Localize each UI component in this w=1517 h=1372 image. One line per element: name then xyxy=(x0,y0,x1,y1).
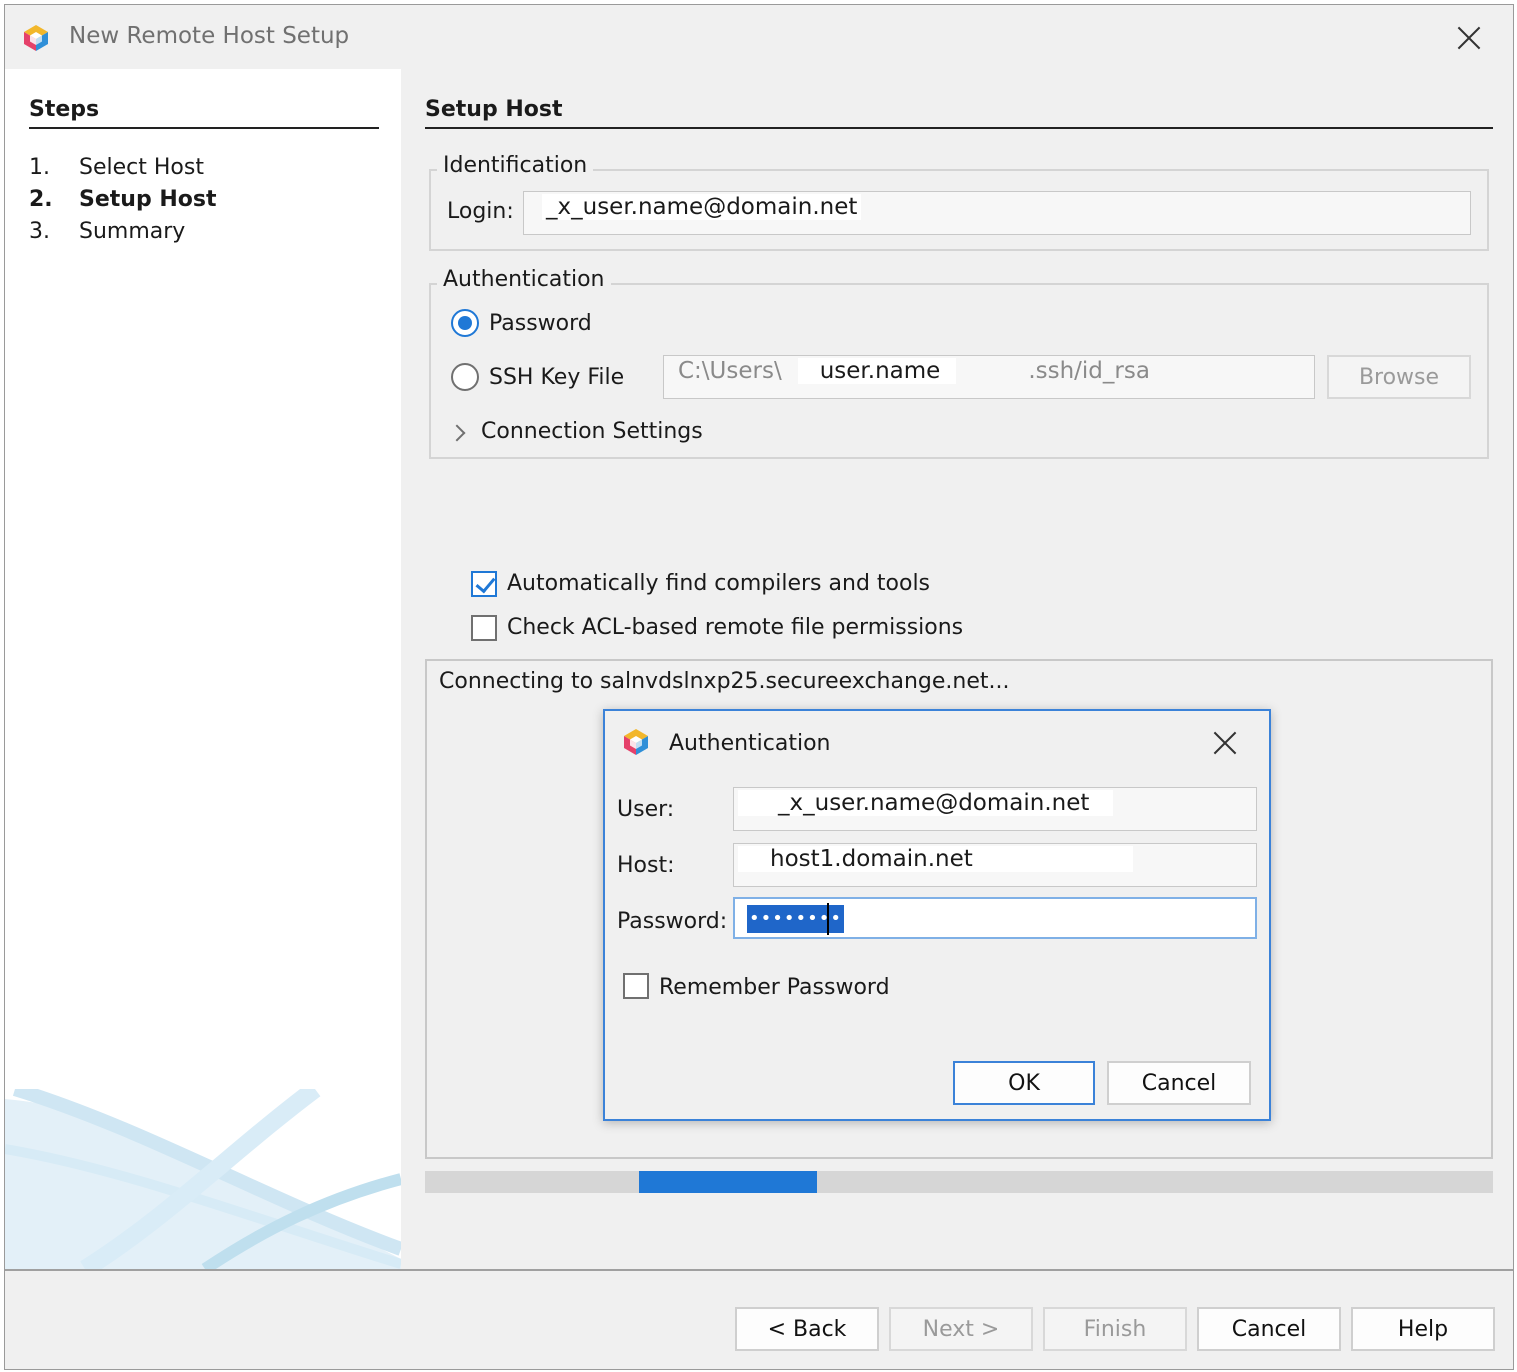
step-setup-host: 2. Setup Host xyxy=(29,187,217,212)
step-label: Summary xyxy=(79,219,186,244)
title-divider xyxy=(425,127,1493,129)
dialog-cancel-button[interactable]: Cancel xyxy=(1107,1061,1251,1105)
step-number: 1. xyxy=(29,155,50,180)
acl-checkbox[interactable] xyxy=(471,615,497,641)
connection-status-text: Connecting to salnvdslnxp25.secureexchan… xyxy=(439,669,1010,694)
user-field[interactable]: _x_user.name@domain.net xyxy=(733,787,1257,831)
password-label: Password: xyxy=(617,909,728,934)
password-selection: •••••••• xyxy=(747,905,844,933)
password-radio[interactable] xyxy=(451,309,479,337)
step-label: Setup Host xyxy=(79,187,217,212)
remember-password-checkbox[interactable] xyxy=(623,973,649,999)
password-radio-label: Password xyxy=(489,311,592,336)
user-value: _x_user.name@domain.net xyxy=(738,790,1114,816)
browse-button[interactable]: Browse xyxy=(1327,355,1471,399)
user-label: User: xyxy=(617,797,675,822)
connection-progress-bar xyxy=(425,1171,1493,1193)
page-title: Setup Host xyxy=(425,97,563,122)
step-number: 3. xyxy=(29,219,50,244)
chevron-right-icon[interactable] xyxy=(448,424,466,442)
step-summary: 3. Summary xyxy=(29,219,185,244)
dialog-close-icon[interactable] xyxy=(1205,723,1245,763)
dialog-title: Authentication xyxy=(669,731,831,756)
step-label: Select Host xyxy=(79,155,204,180)
finish-button[interactable]: Finish xyxy=(1043,1307,1187,1351)
host-field[interactable]: host1.domain.net xyxy=(733,843,1257,887)
ok-button[interactable]: OK xyxy=(953,1061,1095,1105)
help-button[interactable]: Help xyxy=(1351,1307,1495,1351)
cancel-button[interactable]: Cancel xyxy=(1197,1307,1341,1351)
identification-legend: Identification xyxy=(437,153,594,178)
decorative-swoosh xyxy=(5,1089,401,1269)
acl-label: Check ACL-based remote file permissions xyxy=(507,615,964,640)
progress-indicator xyxy=(638,1171,817,1193)
host-value: host1.domain.net xyxy=(738,846,1133,872)
ssh-path-user: user.name xyxy=(797,358,957,384)
text-caret xyxy=(827,903,829,935)
wizard-window: New Remote Host Setup Steps 1. Select Hos… xyxy=(4,4,1514,1370)
authentication-legend: Authentication xyxy=(437,267,611,292)
login-field[interactable]: _x_user.name@domain.net xyxy=(523,191,1471,235)
remember-password-label: Remember Password xyxy=(659,975,890,1000)
auto-find-label: Automatically find compilers and tools xyxy=(507,571,931,596)
ssh-key-path-field[interactable]: C:\Users\ user.name .ssh/id_rsa xyxy=(663,355,1315,399)
connection-settings-toggle[interactable]: Connection Settings xyxy=(481,419,703,444)
ssh-key-radio[interactable] xyxy=(451,363,479,391)
window-title: New Remote Host Setup xyxy=(69,23,350,49)
auto-find-checkbox[interactable] xyxy=(471,571,497,597)
login-value: _x_user.name@domain.net xyxy=(542,194,862,220)
title-bar: New Remote Host Setup xyxy=(5,5,1513,69)
ssh-key-radio-label: SSH Key File xyxy=(489,365,625,390)
password-input[interactable]: •••••••• xyxy=(733,897,1257,939)
steps-panel: Steps 1. Select Host 2. Setup Host 3. Summa… xyxy=(5,69,401,1269)
netbeans-cube-icon xyxy=(24,25,48,51)
login-label: Login: xyxy=(447,199,514,224)
authentication-dialog: Authentication User: _x_user.name@domain… xyxy=(603,709,1271,1121)
steps-heading: Steps xyxy=(29,97,100,122)
host-label: Host: xyxy=(617,853,675,878)
wizard-footer: < Back Next > Finish Cancel Help xyxy=(5,1269,1513,1369)
netbeans-cube-icon xyxy=(624,729,648,755)
window-close-icon[interactable] xyxy=(1449,18,1489,58)
ssh-path-prefix: C:\Users\ xyxy=(678,358,782,384)
authentication-group: Authentication Password SSH Key File C:\… xyxy=(429,267,1489,459)
identification-group: Identification Login: _x_user.name@domai… xyxy=(429,153,1489,251)
ssh-path-suffix: .ssh/id_rsa xyxy=(1028,358,1150,384)
next-button[interactable]: Next > xyxy=(889,1307,1033,1351)
step-select-host: 1. Select Host xyxy=(29,155,204,180)
back-button[interactable]: < Back xyxy=(735,1307,879,1351)
step-number: 2. xyxy=(29,187,53,212)
steps-divider xyxy=(29,127,379,129)
